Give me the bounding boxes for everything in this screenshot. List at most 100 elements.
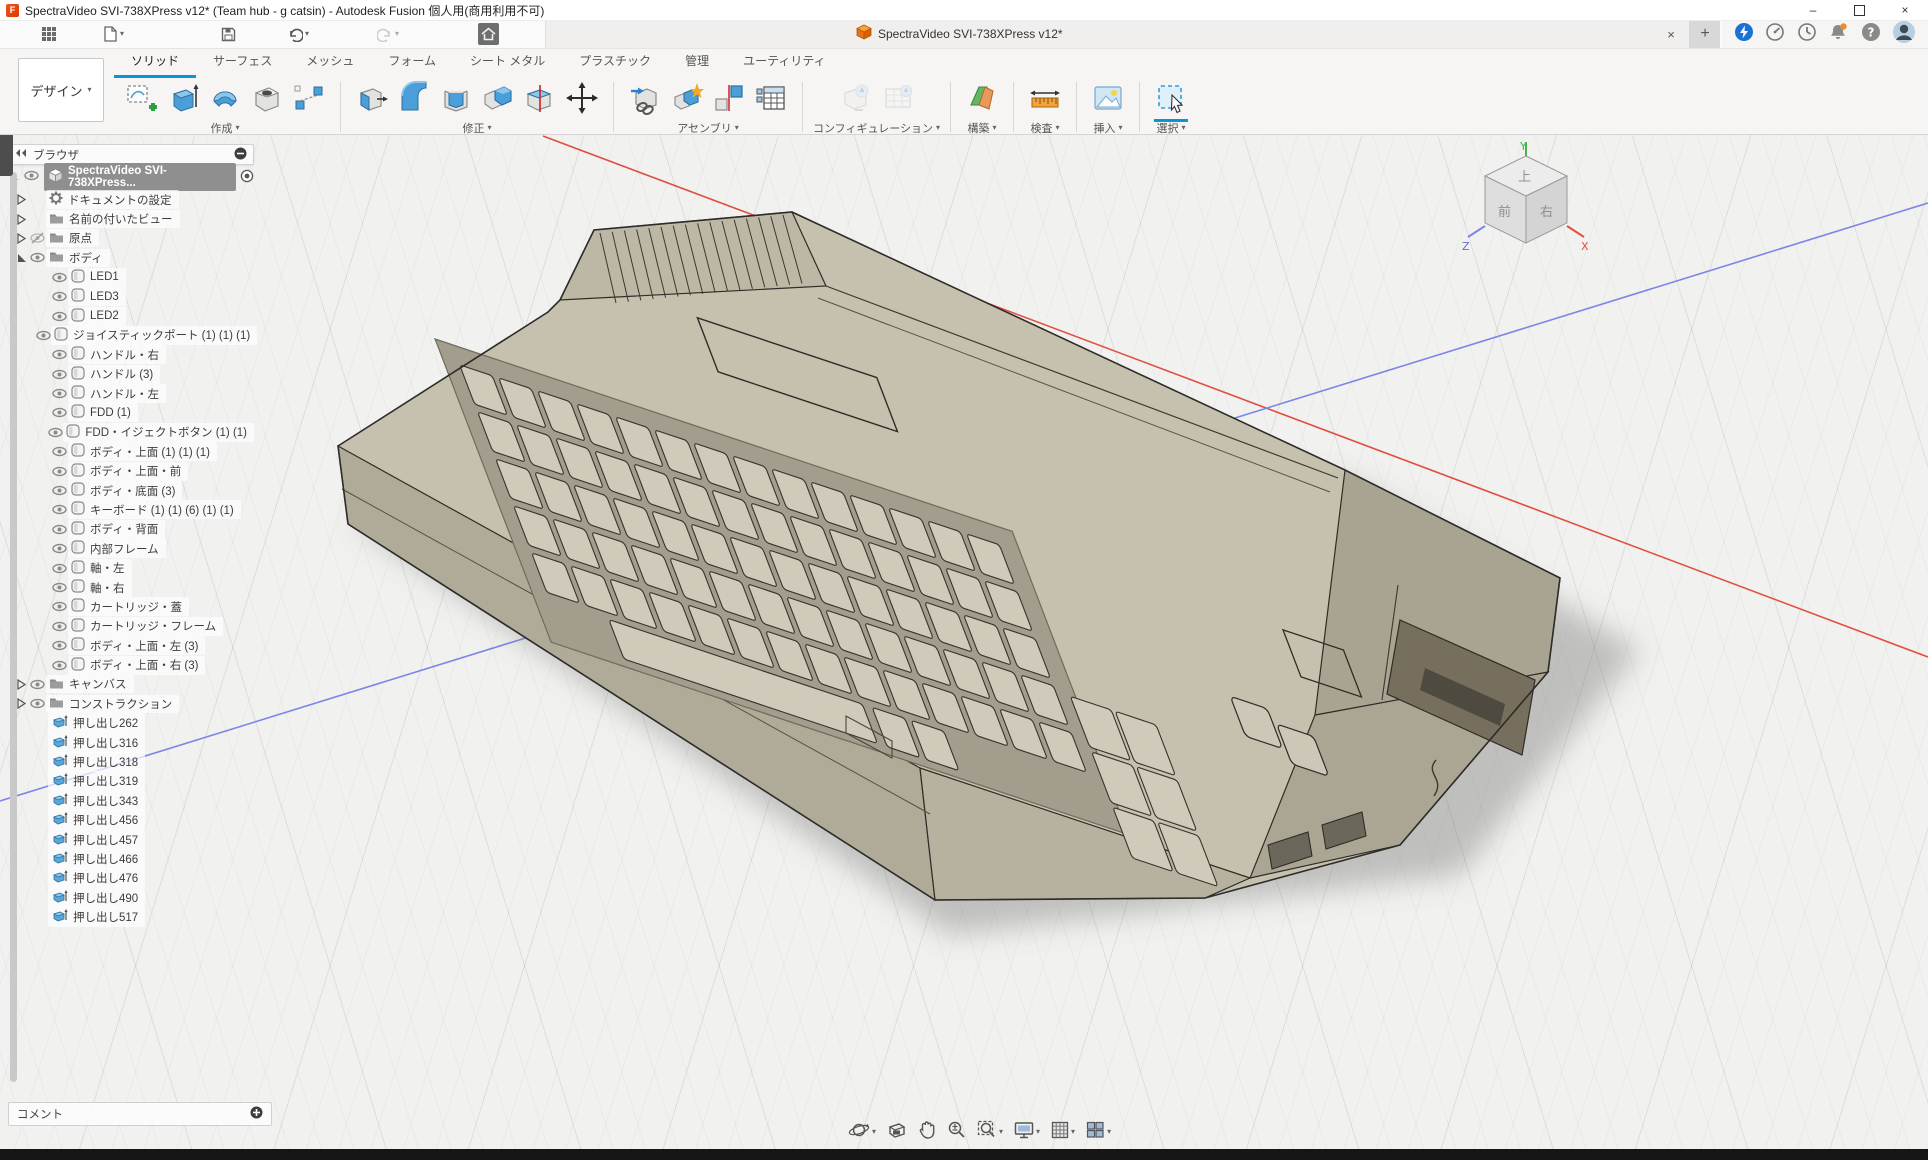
new-tab-button[interactable]: + (1690, 20, 1720, 48)
ribbon-tab-2[interactable]: サーフェス (196, 48, 289, 78)
browser-item-11[interactable]: FDD (1) (8, 403, 254, 422)
browser-item-13[interactable]: ボディ・上面 (1) (1) (1) (8, 442, 254, 461)
ribbon-tab-3[interactable]: メッシュ (289, 48, 371, 78)
visibility-eye-off[interactable] (28, 232, 46, 244)
split-body-tool[interactable] (519, 80, 561, 120)
revolve-tool[interactable] (204, 80, 246, 120)
ribbon-tab-6[interactable]: プラスチック (562, 48, 668, 78)
visibility-eye[interactable] (50, 582, 68, 593)
browser-item-37[interactable]: 押し出し517 (8, 907, 254, 926)
visibility-eye[interactable] (50, 524, 68, 535)
job-status-button[interactable] (1734, 22, 1754, 47)
ribbon-group-label[interactable]: アセンブリ▾ (677, 121, 738, 135)
display-settings-button[interactable]: ▾ (1012, 1119, 1042, 1146)
visibility-eye[interactable] (28, 679, 46, 690)
browser-item-29[interactable]: 押し出し318 (8, 752, 254, 771)
zoom-button[interactable] (945, 1118, 968, 1146)
measure-tool[interactable] (1024, 80, 1066, 120)
browser-item-7[interactable]: ジョイスティックポート (1) (1) (1) (8, 326, 254, 345)
visibility-eye[interactable] (50, 369, 68, 380)
visibility-eye[interactable] (50, 543, 68, 554)
ribbon-group-label[interactable]: 挿入▾ (1094, 121, 1123, 135)
ribbon-group-label[interactable]: 作成▾ (210, 121, 239, 135)
shell-tool[interactable] (435, 80, 477, 120)
visibility-eye[interactable] (50, 504, 68, 515)
construction-plane-tool[interactable] (961, 80, 1003, 120)
browser-header[interactable]: ブラウザ (8, 144, 254, 165)
browser-item-2[interactable]: 原点 (8, 229, 254, 248)
history-button[interactable] (1797, 22, 1817, 47)
viewports-button[interactable]: ▾ (1084, 1119, 1113, 1146)
extrude-tool[interactable] (162, 80, 204, 120)
visibility-eye[interactable] (50, 601, 68, 612)
visibility-eye[interactable] (50, 407, 68, 418)
insert-derive-tool[interactable] (624, 80, 666, 120)
browser-item-26[interactable]: コンストラクション (8, 694, 254, 713)
profile-button[interactable] (1892, 20, 1916, 49)
grid-layout-button[interactable]: ▾ (1049, 1119, 1077, 1146)
app-menu-button[interactable] (38, 23, 60, 45)
browser-item-15[interactable]: ボディ・底面 (3) (8, 481, 254, 500)
browser-item-32[interactable]: 押し出し456 (8, 811, 254, 830)
browser-item-28[interactable]: 押し出し316 (8, 733, 254, 752)
workspace-selector[interactable]: デザイン ▾ (18, 58, 104, 122)
visibility-eye[interactable] (50, 311, 68, 322)
performance-button[interactable] (1765, 22, 1785, 47)
visibility-eye[interactable] (28, 252, 46, 263)
fillet-tool[interactable] (393, 80, 435, 120)
ribbon-group-label[interactable]: 検査▾ (1031, 121, 1060, 135)
browser-item-34[interactable]: 押し出し466 (8, 849, 254, 868)
browser-item-17[interactable]: ボディ・背面 (8, 520, 254, 539)
move-copy-tool[interactable] (561, 80, 603, 120)
joint-tool[interactable] (708, 80, 750, 120)
help-button[interactable]: ? (1861, 22, 1881, 47)
close-tab-button[interactable]: × (1661, 24, 1681, 44)
comment-bar[interactable]: コメント (8, 1102, 272, 1126)
new-component-tool[interactable] (666, 80, 708, 120)
configuration-tool[interactable] (835, 80, 877, 120)
browser-item-30[interactable]: 押し出し319 (8, 772, 254, 791)
browser-item-9[interactable]: ハンドル (3) (8, 365, 254, 384)
visibility-eye[interactable] (48, 427, 63, 438)
visibility-eye[interactable] (50, 349, 68, 360)
browser-item-20[interactable]: 軸・右 (8, 578, 254, 597)
config-table-tool[interactable] (877, 80, 919, 120)
minus-circle-icon[interactable] (234, 147, 247, 163)
browser-item-8[interactable]: ハンドル・右 (8, 345, 254, 364)
browser-item-1[interactable]: 名前の付いたビュー (8, 209, 254, 228)
file-button[interactable]: ▾ (100, 23, 127, 45)
chevrons-left-icon[interactable] (15, 148, 27, 161)
browser-item-6[interactable]: LED2 (8, 306, 254, 325)
browser-item-10[interactable]: ハンドル・左 (8, 384, 254, 403)
pan-button[interactable] (916, 1118, 938, 1146)
undo-button[interactable]: ▾ (284, 23, 312, 45)
ribbon-tab-1[interactable]: ソリッド (114, 48, 196, 78)
ribbon-group-label[interactable]: 修正▾ (462, 121, 491, 135)
browser-item-12[interactable]: FDD・イジェクトボタン (1) (1) (8, 423, 254, 442)
visibility-eye[interactable] (50, 388, 68, 399)
browser-item-4[interactable]: LED1 (8, 268, 254, 287)
visibility-eye[interactable] (50, 466, 68, 477)
browser-item-19[interactable]: 軸・左 (8, 558, 254, 577)
visibility-eye[interactable] (50, 640, 68, 651)
minimize-button[interactable]: – (1790, 0, 1836, 20)
press-pull-tool[interactable] (351, 80, 393, 120)
browser-root-row[interactable]: SpectraVideo SVI-738XPress... (8, 167, 254, 187)
fit-button[interactable]: ▾ (975, 1118, 1005, 1146)
browser-item-31[interactable]: 押し出し343 (8, 791, 254, 810)
visibility-eye[interactable] (50, 272, 68, 283)
hole-tool[interactable] (246, 80, 288, 120)
bom-table-tool[interactable] (750, 80, 792, 120)
close-button[interactable]: × (1882, 0, 1928, 20)
browser-item-36[interactable]: 押し出し490 (8, 888, 254, 907)
ribbon-tab-7[interactable]: 管理 (668, 48, 726, 78)
ribbon-tab-5[interactable]: シート メタル (453, 48, 562, 78)
browser-item-0[interactable]: ドキュメントの設定 (8, 190, 254, 209)
redo-button[interactable]: ▾ (374, 23, 402, 45)
browser-item-33[interactable]: 押し出し457 (8, 830, 254, 849)
browser-item-14[interactable]: ボディ・上面・前 (8, 461, 254, 480)
browser-item-23[interactable]: ボディ・上面・左 (3) (8, 636, 254, 655)
ribbon-tab-4[interactable]: フォーム (371, 48, 453, 78)
visibility-eye[interactable] (50, 291, 68, 302)
ribbon-group-label[interactable]: 選択▾ (1157, 121, 1186, 135)
